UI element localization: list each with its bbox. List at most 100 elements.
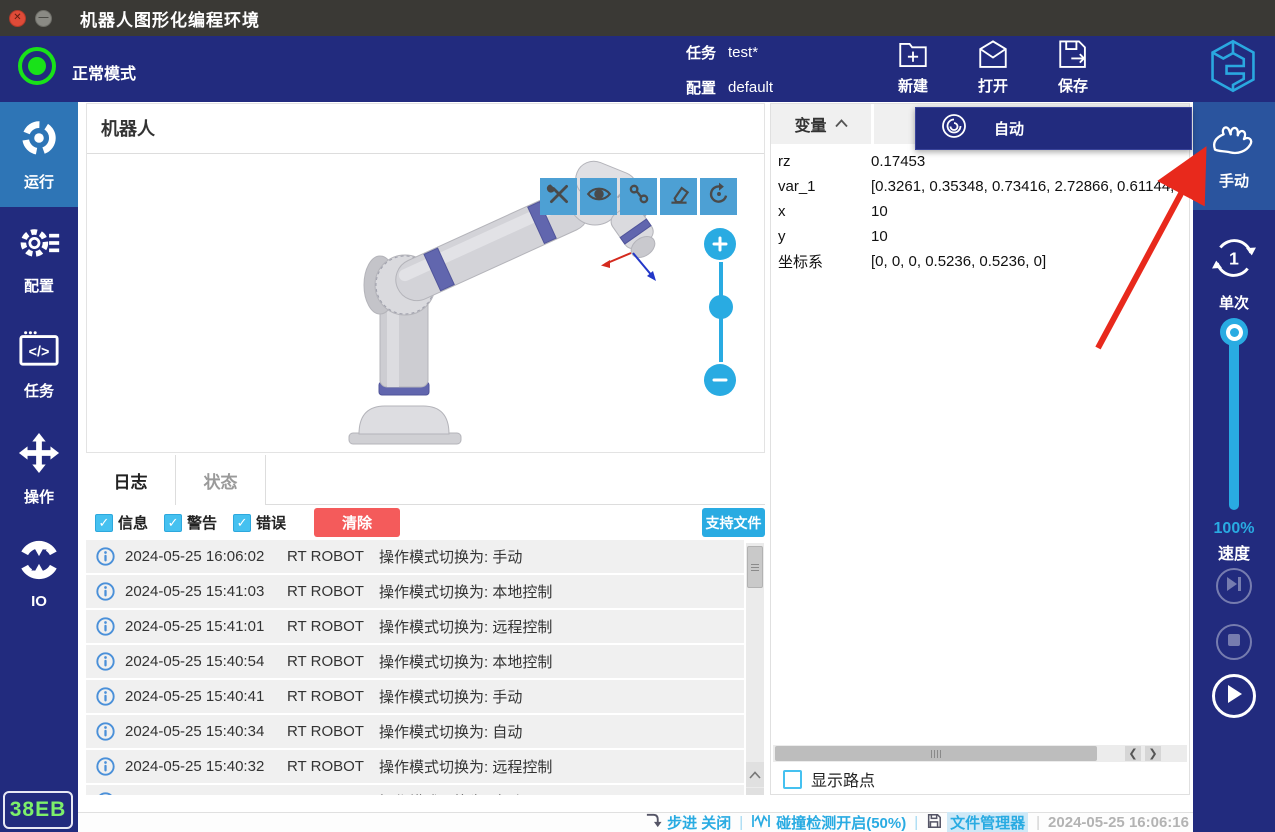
play-button[interactable] bbox=[1212, 674, 1256, 718]
status-separator: | bbox=[739, 814, 743, 831]
hscrollbar-thumb[interactable] bbox=[775, 746, 1097, 761]
variable-value: [0, 0, 0, 0.5236, 0.5236, 0] bbox=[871, 253, 1181, 270]
speed-label: 速度 bbox=[1193, 540, 1275, 564]
eraser-icon bbox=[666, 181, 692, 212]
variables-collapse-tab[interactable]: 变量 bbox=[771, 104, 874, 144]
sidebar-item-label: 任务 bbox=[24, 380, 54, 401]
manual-mode-label: 手动 bbox=[1219, 170, 1249, 191]
config-label: 配置 bbox=[686, 77, 716, 98]
scroll-left-icon[interactable]: ❮ bbox=[1125, 746, 1141, 761]
close-icon[interactable]: ✕ bbox=[9, 10, 26, 27]
stop-button[interactable] bbox=[1216, 624, 1252, 660]
tab-log[interactable]: 日志 bbox=[86, 455, 176, 505]
task-label: 任务 bbox=[686, 42, 716, 63]
log-source: RT ROBOT bbox=[287, 583, 375, 600]
variable-row: 坐标系 [0, 0, 0, 0.5236, 0.5236, 0] bbox=[771, 249, 1189, 274]
log-source: RT ROBOT bbox=[287, 618, 375, 635]
info-icon bbox=[96, 722, 115, 741]
file-manager-button[interactable]: 文件管理器 bbox=[926, 812, 1028, 832]
save-task-button[interactable]: 保存 bbox=[1041, 38, 1105, 96]
show-waypoints-checkbox[interactable] bbox=[783, 770, 802, 789]
task-field: 任务 test* bbox=[686, 42, 758, 63]
new-task-button[interactable]: 新建 bbox=[881, 38, 945, 96]
collision-icon bbox=[751, 813, 771, 832]
step-arrow-icon bbox=[645, 812, 662, 832]
status-bar: 步进 关闭 | 碰撞检测开启(50%) | 文件管理器 | 2024-05-25… bbox=[78, 812, 1193, 832]
tab-status[interactable]: 状态 bbox=[176, 455, 266, 505]
code-window-icon: </> bbox=[18, 328, 60, 373]
filter-warning-checkbox[interactable]: ✓ bbox=[164, 514, 182, 532]
speed-slider-track[interactable] bbox=[1229, 324, 1239, 510]
info-icon bbox=[96, 582, 115, 601]
status-separator: | bbox=[914, 814, 918, 831]
speed-slider-handle[interactable] bbox=[1220, 318, 1248, 346]
mode-dropdown-item-auto[interactable]: 自动 bbox=[915, 107, 1192, 150]
variable-name: var_1 bbox=[771, 178, 871, 195]
variable-value: 0.17453 bbox=[871, 153, 1181, 170]
erase-button[interactable] bbox=[660, 178, 697, 215]
open-envelope-icon bbox=[961, 38, 1025, 72]
show-waypoints-row: 显示路点 bbox=[783, 767, 875, 791]
window-title: 机器人图形化编程环境 bbox=[80, 6, 260, 31]
variables-panel: 变量 rz 0.17453 var_1 [0.3261, 0.35348, 0.… bbox=[770, 103, 1190, 795]
log-row: 2024-05-25 15:41:01 RT ROBOT 操作模式切换为: 远程… bbox=[86, 610, 744, 643]
log-time: 2024-05-25 15:40:32 bbox=[125, 758, 287, 775]
play-icon bbox=[1225, 684, 1243, 709]
robot-view-toolbar bbox=[540, 178, 737, 215]
log-scrollbar[interactable] bbox=[746, 543, 764, 812]
zoom-slider-handle[interactable] bbox=[709, 295, 733, 319]
sidebar-item-io[interactable]: IO bbox=[0, 522, 78, 627]
zoom-in-button[interactable] bbox=[704, 228, 736, 260]
open-button-label: 打开 bbox=[961, 75, 1025, 96]
zoom-out-button[interactable] bbox=[704, 364, 736, 396]
new-folder-icon bbox=[881, 38, 945, 72]
sidebar-item-task[interactable]: </> 任务 bbox=[0, 312, 78, 417]
reset-view-button[interactable] bbox=[700, 178, 737, 215]
scroll-up-icon[interactable] bbox=[746, 762, 764, 787]
log-scrollbar-thumb[interactable] bbox=[747, 546, 763, 588]
sidebar-item-run[interactable]: 运行 bbox=[0, 102, 78, 207]
log-row: 2024-05-25 15:41:03 RT ROBOT 操作模式切换为: 本地… bbox=[86, 575, 744, 608]
filter-info-checkbox[interactable]: ✓ bbox=[95, 514, 113, 532]
tools-button[interactable] bbox=[540, 178, 577, 215]
visibility-button[interactable] bbox=[580, 178, 617, 215]
scroll-right-icon[interactable]: ❯ bbox=[1145, 746, 1161, 761]
log-source: RT ROBOT bbox=[287, 548, 375, 565]
log-source: RT ROBOT bbox=[287, 653, 375, 670]
sidebar-item-label: 配置 bbox=[24, 275, 54, 296]
right-sidebar: 手动 1 单次 100% 速度 bbox=[1193, 102, 1275, 832]
path-button[interactable] bbox=[620, 178, 657, 215]
open-task-button[interactable]: 打开 bbox=[961, 38, 1025, 96]
bottom-strip bbox=[78, 795, 1193, 812]
log-row: 2024-05-25 15:40:32 RT ROBOT 操作模式切换为: 远程… bbox=[86, 750, 744, 783]
filter-error-checkbox[interactable]: ✓ bbox=[233, 514, 251, 532]
log-time: 2024-05-25 15:40:41 bbox=[125, 688, 287, 705]
collision-status-label: 碰撞检测开启(50%) bbox=[776, 812, 906, 832]
zoom-slider-track[interactable] bbox=[719, 262, 723, 362]
config-value: default bbox=[728, 79, 773, 96]
robot-panel: 机器人 bbox=[86, 103, 765, 453]
gear-settings-icon bbox=[17, 223, 61, 268]
io-swap-icon bbox=[18, 539, 60, 586]
info-icon bbox=[96, 687, 115, 706]
single-run-button[interactable]: 1 单次 bbox=[1193, 224, 1275, 324]
run-target-icon bbox=[18, 117, 60, 164]
log-time: 2024-05-25 15:41:03 bbox=[125, 583, 287, 600]
sidebar-item-operate[interactable]: 操作 bbox=[0, 417, 78, 522]
clear-log-button[interactable]: 清除 bbox=[314, 508, 400, 537]
sidebar-item-config[interactable]: 配置 bbox=[0, 207, 78, 312]
new-button-label: 新建 bbox=[881, 75, 945, 96]
manual-mode-button[interactable]: 手动 bbox=[1193, 102, 1275, 210]
minimize-icon[interactable]: — bbox=[35, 10, 52, 27]
log-message: 操作模式切换为: 手动 bbox=[379, 546, 522, 567]
step-forward-button[interactable] bbox=[1216, 568, 1252, 604]
filter-info-label: 信息 bbox=[118, 512, 148, 533]
collision-detection-status[interactable]: 碰撞检测开启(50%) bbox=[751, 812, 906, 832]
step-mode-status[interactable]: 步进 关闭 bbox=[645, 812, 731, 832]
filter-error-label: 错误 bbox=[256, 512, 286, 533]
log-list: 2024-05-25 16:06:02 RT ROBOT 操作模式切换为: 手动… bbox=[86, 540, 744, 812]
stop-icon bbox=[1227, 633, 1241, 652]
support-file-button[interactable]: 支持文件 bbox=[702, 508, 765, 537]
log-message: 操作模式切换为: 本地控制 bbox=[379, 651, 552, 672]
log-time: 2024-05-25 15:40:34 bbox=[125, 723, 287, 740]
